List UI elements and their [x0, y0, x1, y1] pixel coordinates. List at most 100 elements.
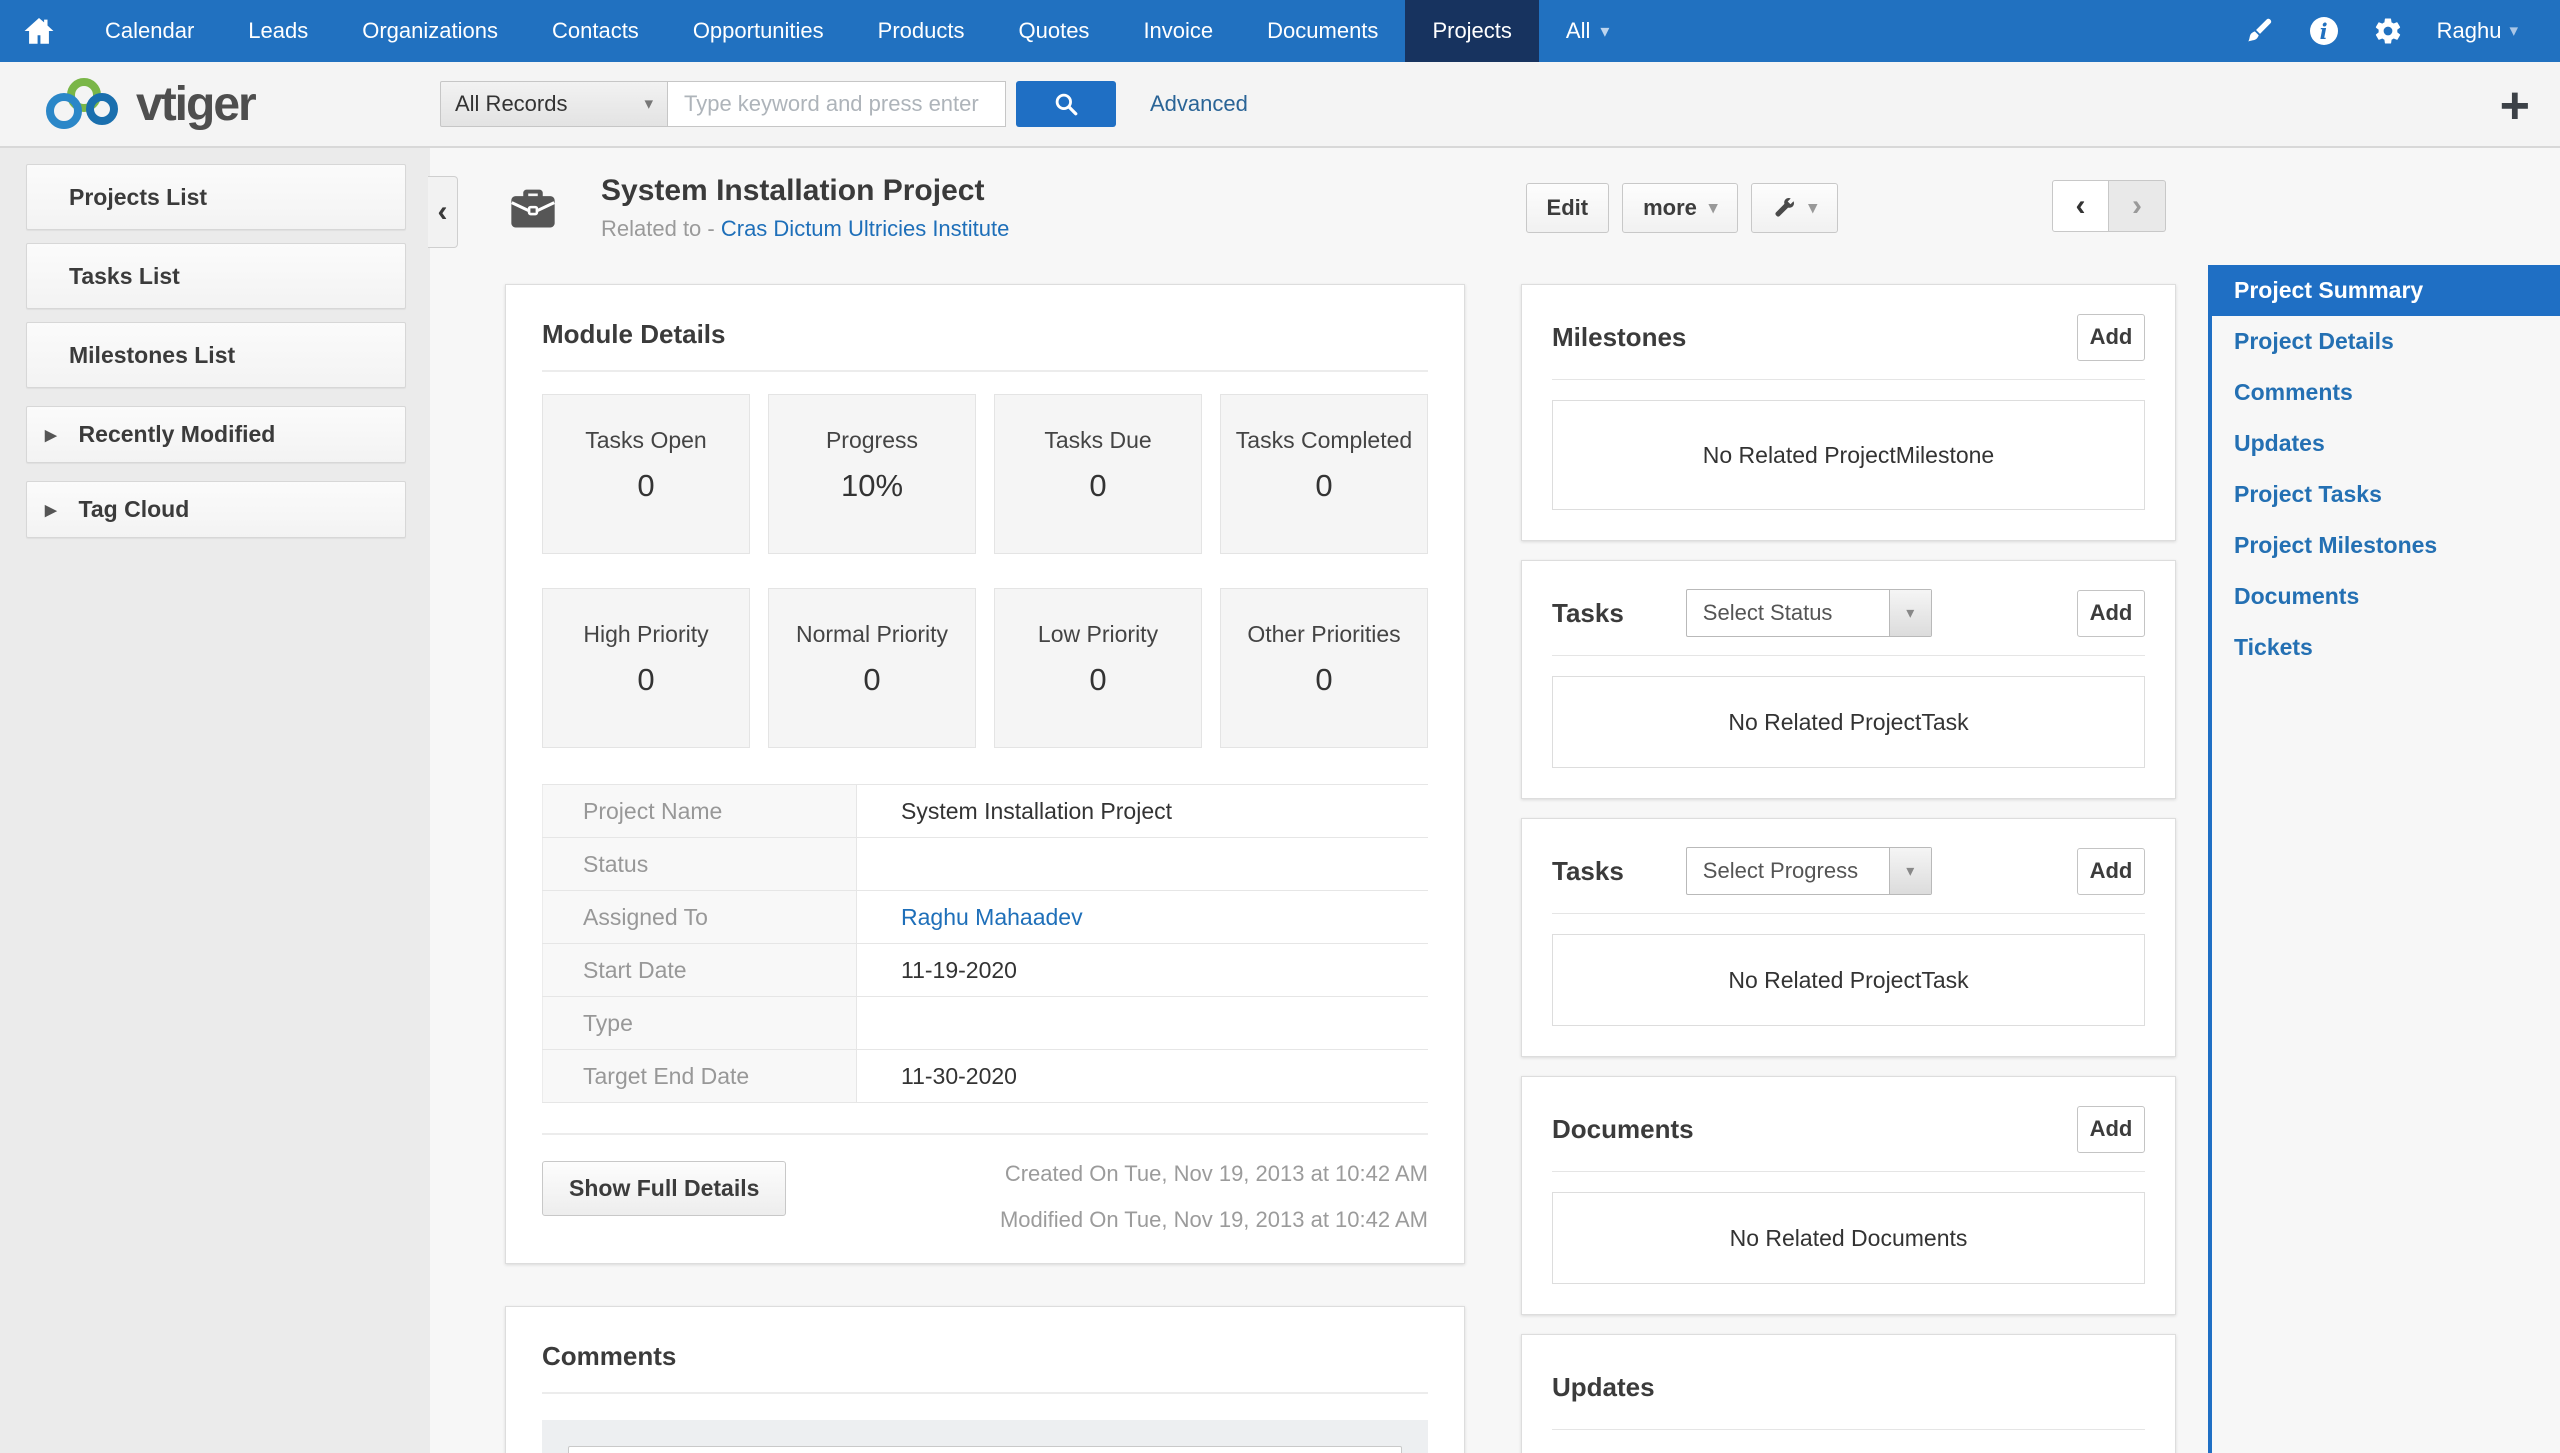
summary-nav-tickets[interactable]: Tickets: [2212, 622, 2560, 673]
comments-card: Comments: [505, 1306, 1465, 1453]
related-to-line: Related to - Cras Dictum Ultricies Insti…: [601, 216, 1009, 242]
sidebar-item-tasks-list[interactable]: Tasks List: [26, 243, 406, 309]
search-icon: [1055, 93, 1078, 116]
module-details-title: Module Details: [542, 319, 726, 349]
right-column: Milestones Add No Related ProjectMilesto…: [1521, 284, 2176, 1453]
add-document-button[interactable]: Add: [2077, 1105, 2145, 1153]
content-columns: Module Details Tasks Open 0 Progress 10%: [505, 284, 2176, 1453]
caret-down-icon: ▾: [2509, 21, 2518, 40]
summary-nav-comments[interactable]: Comments: [2212, 367, 2560, 418]
comment-input[interactable]: [568, 1446, 1402, 1453]
documents-panel: Documents Add No Related Documents: [1521, 1076, 2176, 1315]
milestones-empty-state: No Related ProjectMilestone: [1552, 400, 2145, 510]
tasks-empty-state: No Related ProjectTask: [1552, 676, 2145, 768]
search-button[interactable]: [1016, 81, 1116, 127]
comment-compose-area: [542, 1420, 1428, 1453]
add-task-button[interactable]: Add: [2077, 589, 2145, 637]
summary-nav-updates[interactable]: Updates: [2212, 418, 2560, 469]
add-task-button[interactable]: Add: [2077, 847, 2145, 895]
nav-item-products[interactable]: Products: [851, 0, 992, 62]
documents-title: Documents: [1552, 1113, 1694, 1144]
summary-nav-project-tasks[interactable]: Project Tasks: [2212, 469, 2560, 520]
next-record-button[interactable]: ›: [2109, 180, 2166, 232]
nav-item-opportunities[interactable]: Opportunities: [666, 0, 851, 62]
table-row: Target End Date 11-30-2020: [542, 1049, 1428, 1102]
tasks-title: Tasks: [1552, 855, 1624, 886]
comments-title: Comments: [542, 1341, 677, 1371]
quick-create-plus-icon[interactable]: +: [2500, 80, 2530, 132]
user-menu[interactable]: Raghu ▾: [2437, 18, 2518, 44]
timestamps: Created On Tue, Nov 19, 2013 at 10:42 AM…: [1000, 1161, 1428, 1233]
tasks-empty-state: No Related ProjectTask: [1552, 934, 2145, 1026]
stat-low-priority: Low Priority 0: [994, 588, 1202, 748]
search-input[interactable]: [668, 81, 1006, 127]
updates-title: Updates: [1552, 1371, 1655, 1402]
sidebar-collapse-button[interactable]: ‹: [428, 176, 458, 248]
search-scope-select[interactable]: All Records ▾: [440, 81, 668, 127]
nav-item-contacts[interactable]: Contacts: [525, 0, 666, 62]
left-column: Module Details Tasks Open 0 Progress 10%: [505, 284, 1465, 1453]
nav-item-documents[interactable]: Documents: [1240, 0, 1405, 62]
related-to-link[interactable]: Cras Dictum Ultricies Institute: [721, 216, 1010, 241]
gear-icon[interactable]: [2373, 16, 2403, 46]
edit-button[interactable]: Edit: [1525, 183, 1610, 233]
nav-item-quotes[interactable]: Quotes: [992, 0, 1117, 62]
summary-nav-project-summary[interactable]: Project Summary: [2212, 265, 2560, 316]
main-content: ‹ System Installation Project Related to…: [428, 148, 2208, 1453]
divider: [542, 1133, 1428, 1135]
sidebar-item-projects-list[interactable]: Projects List: [26, 164, 406, 230]
nav-item-all[interactable]: All ▾: [1539, 0, 1637, 62]
module-details-footer: Show Full Details Created On Tue, Nov 19…: [542, 1161, 1428, 1233]
select-progress-dropdown[interactable]: Select Progress ▾: [1685, 847, 1932, 895]
tasks-title: Tasks: [1552, 597, 1624, 628]
caret-down-icon: ▾: [644, 94, 653, 113]
divider: [1552, 1429, 2145, 1430]
stat-tasks-open: Tasks Open 0: [542, 394, 750, 554]
summary-nav-project-details[interactable]: Project Details: [2212, 316, 2560, 367]
divider: [1552, 379, 2145, 380]
stat-progress: Progress 10%: [768, 394, 976, 554]
previous-record-button[interactable]: ‹: [2052, 180, 2109, 232]
more-label: more: [1643, 195, 1697, 220]
info-icon[interactable]: i: [2309, 16, 2339, 46]
vtiger-logo[interactable]: vtiger: [38, 73, 398, 135]
brush-icon[interactable]: [2245, 16, 2275, 46]
more-button[interactable]: more ▾: [1622, 183, 1739, 233]
modified-on-text: Modified On Tue, Nov 19, 2013 at 10:42 A…: [999, 1207, 1428, 1232]
table-row: Status: [542, 837, 1428, 890]
triangle-right-icon: ▶: [45, 426, 57, 444]
collapse-chevron-icon: ‹: [437, 195, 448, 228]
sidebar-item-milestones-list[interactable]: Milestones List: [26, 322, 406, 388]
settings-wrench-button[interactable]: ▾: [1751, 183, 1838, 233]
nav-item-projects[interactable]: Projects: [1405, 0, 1539, 62]
summary-nav-documents[interactable]: Documents: [2212, 571, 2560, 622]
summary-sidebar: Project Summary Project Details Comments…: [2208, 148, 2560, 1453]
record-header: System Installation Project Related to -…: [505, 174, 2168, 242]
table-row: Start Date 11-19-2020: [542, 943, 1428, 996]
add-milestone-button[interactable]: Add: [2077, 313, 2145, 361]
nav-item-organizations[interactable]: Organizations: [335, 0, 525, 62]
header-bar: vtiger All Records ▾ Advanced +: [0, 62, 2560, 148]
module-details-card: Module Details Tasks Open 0 Progress 10%: [505, 284, 1465, 1264]
summary-nav-project-milestones[interactable]: Project Milestones: [2212, 520, 2560, 571]
nav-item-calendar[interactable]: Calendar: [78, 0, 221, 62]
nav-item-leads[interactable]: Leads: [221, 0, 335, 62]
advanced-search-link[interactable]: Advanced: [1150, 91, 1248, 117]
logo-wordmark: vtiger: [136, 77, 257, 131]
nav-item-invoice[interactable]: Invoice: [1116, 0, 1240, 62]
stat-tasks-due: Tasks Due 0: [994, 394, 1202, 554]
field-assigned-to-link[interactable]: Raghu Mahaadev: [857, 891, 1428, 943]
field-project-name: System Installation Project: [857, 785, 1428, 837]
left-sidebar: Projects List Tasks List Milestones List…: [0, 148, 430, 1453]
record-actions: Edit more ▾ ▾: [1525, 183, 1838, 233]
nav-item-all-label: All: [1565, 18, 1591, 43]
sidebar-item-recently-modified[interactable]: ▶ Recently Modified: [26, 406, 406, 463]
home-icon[interactable]: [0, 0, 78, 62]
sidebar-item-tag-cloud[interactable]: ▶ Tag Cloud: [26, 481, 406, 538]
table-row: Type: [542, 996, 1428, 1049]
select-status-dropdown[interactable]: Select Status ▾: [1685, 589, 1932, 637]
caret-down-icon: ▾: [1808, 198, 1817, 217]
table-row: Assigned To Raghu Mahaadev: [542, 890, 1428, 943]
vtiger-app: Calendar Leads Organizations Contacts Op…: [0, 0, 2560, 1453]
show-full-details-button[interactable]: Show Full Details: [542, 1161, 787, 1216]
